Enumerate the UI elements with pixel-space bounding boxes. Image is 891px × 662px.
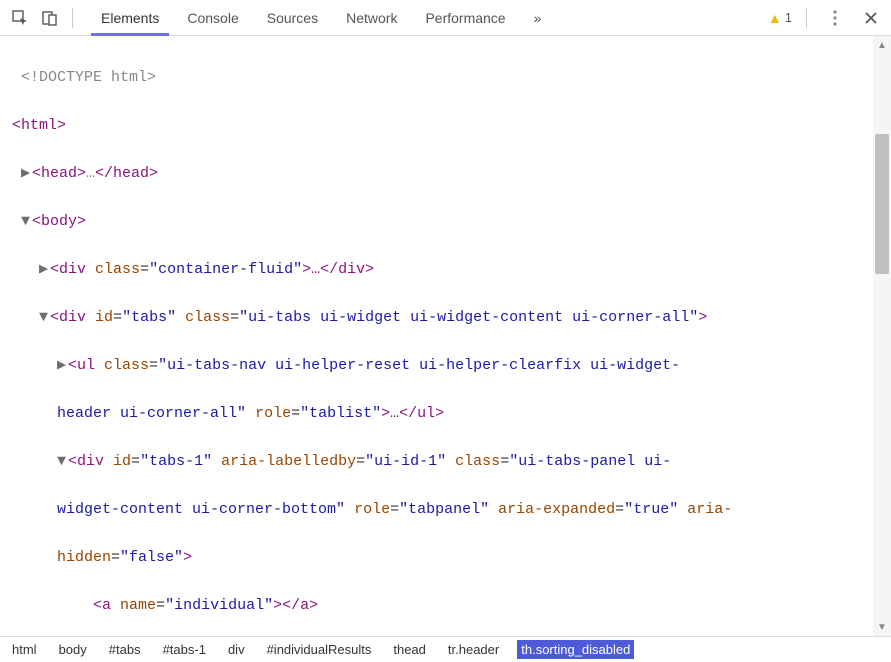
scroll-up-icon[interactable]: ▲ (873, 36, 891, 54)
breadcrumb-item-selected[interactable]: th.sorting_disabled (517, 640, 634, 659)
breadcrumb-item[interactable]: #tabs (105, 640, 145, 659)
dom-node: <a name="individual"></a> (12, 594, 891, 618)
toolbar-right: ▲ 1 (768, 4, 885, 32)
panel-tabs: Elements Console Sources Network Perform… (81, 0, 766, 35)
device-toggle-icon[interactable] (36, 4, 64, 32)
kebab-menu-icon[interactable] (821, 4, 849, 32)
breadcrumb-item[interactable]: tr.header (444, 640, 503, 659)
tab-elements[interactable]: Elements (87, 0, 173, 35)
separator (72, 8, 73, 28)
dom-node: ▼<div id="tabs-1" aria-labelledby="ui-id… (12, 450, 891, 474)
breadcrumb-item[interactable]: html (8, 640, 41, 659)
scrollbar[interactable]: ▲ ▼ (873, 36, 891, 636)
scroll-down-icon[interactable]: ▼ (873, 618, 891, 636)
dom-node: ▶<head>…</head> (12, 162, 891, 186)
separator (806, 8, 807, 28)
breadcrumb-item[interactable]: body (55, 640, 91, 659)
warning-count[interactable]: ▲ 1 (768, 10, 792, 26)
dom-node: ▶<ul class="ui-tabs-nav ui-helper-reset … (12, 354, 891, 378)
breadcrumb-item[interactable]: thead (389, 640, 430, 659)
inspect-icon[interactable] (6, 4, 34, 32)
dom-node: header ui-corner-all" role="tablist">…</… (12, 402, 891, 426)
scroll-thumb[interactable] (875, 134, 889, 274)
tab-network[interactable]: Network (332, 0, 411, 35)
breadcrumb-item[interactable]: #individualResults (263, 640, 376, 659)
dom-node: <html> (12, 114, 891, 138)
tab-performance[interactable]: Performance (411, 0, 519, 35)
tab-sources[interactable]: Sources (253, 0, 332, 35)
dom-tree[interactable]: <!DOCTYPE html> <html> ▶<head>…</head> ▼… (0, 36, 891, 636)
warning-icon: ▲ (768, 10, 782, 26)
scroll-track[interactable] (873, 54, 891, 618)
tab-console[interactable]: Console (173, 0, 252, 35)
warning-number: 1 (785, 10, 792, 25)
dom-breadcrumb: html body #tabs #tabs-1 div #individualR… (0, 636, 891, 662)
dom-node: ▼<div id="tabs" class="ui-tabs ui-widget… (12, 306, 891, 330)
dom-node: hidden="false"> (12, 546, 891, 570)
dom-node: widget-content ui-corner-bottom" role="t… (12, 498, 891, 522)
close-icon[interactable] (857, 4, 885, 32)
breadcrumb-item[interactable]: div (224, 640, 249, 659)
tab-more[interactable]: » (520, 0, 556, 35)
dom-node: <!DOCTYPE html> (12, 66, 891, 90)
elements-panel: <!DOCTYPE html> <html> ▶<head>…</head> ▼… (0, 36, 891, 636)
devtools-toolbar: Elements Console Sources Network Perform… (0, 0, 891, 36)
dom-node: ▶<div class="container-fluid">…</div> (12, 258, 891, 282)
breadcrumb-item[interactable]: #tabs-1 (159, 640, 210, 659)
dom-node: ▼<body> (12, 210, 891, 234)
